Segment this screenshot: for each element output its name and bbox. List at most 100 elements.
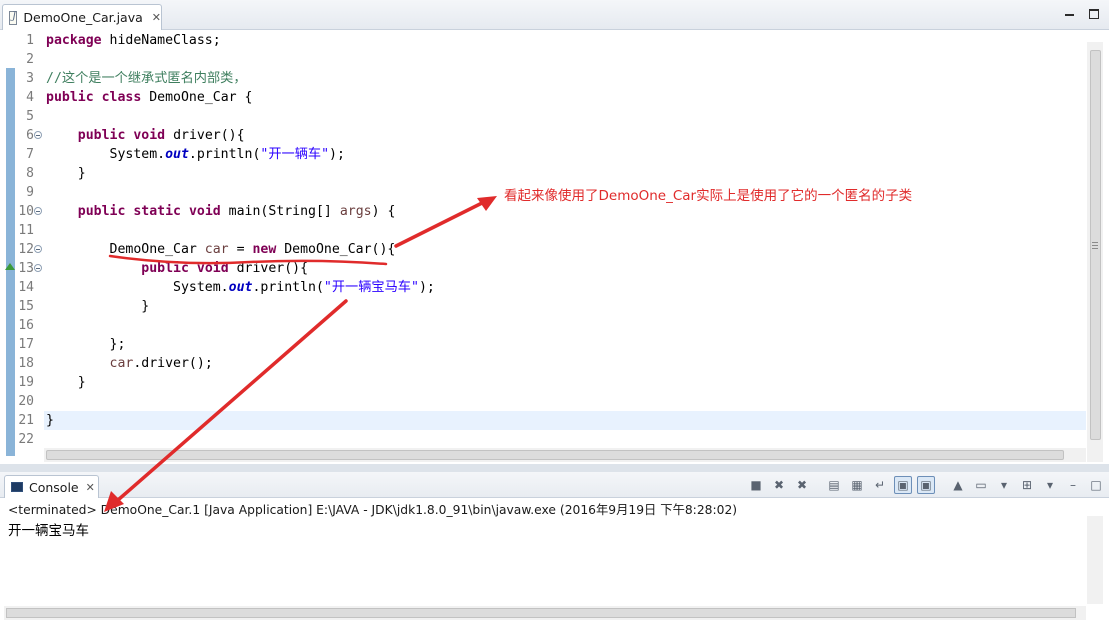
scrollbar-thumb[interactable] bbox=[6, 608, 1076, 618]
tab-console[interactable]: Console ✕ bbox=[4, 475, 99, 498]
line-number: 19 bbox=[18, 375, 34, 390]
code-token: DemoOne_Car { bbox=[141, 90, 253, 105]
word-wrap-icon[interactable]: ↵ bbox=[871, 476, 889, 494]
line-number: 2 bbox=[26, 52, 34, 67]
code-line: public static void main(String[] args) { bbox=[46, 202, 396, 221]
code-token: } bbox=[46, 166, 86, 181]
console-tab-bar: Console ✕ ■ ✖ ✖ ▤ ▦ ↵ ▣ ▣ ▲ ▭ ▾ ⊞ ▾ – □ bbox=[0, 472, 1109, 498]
pin-console-icon[interactable]: ▲ bbox=[949, 476, 967, 494]
code-line: public void driver(){ bbox=[46, 126, 245, 145]
code-line: car.driver(); bbox=[46, 354, 213, 373]
code-token: .println( bbox=[188, 147, 261, 162]
show-on-stdout-icon[interactable]: ▣ bbox=[894, 476, 912, 494]
line-number: 22 bbox=[18, 432, 34, 447]
code-token: static bbox=[133, 204, 181, 219]
code-line: public class DemoOne_Car { bbox=[46, 88, 252, 107]
code-line: } bbox=[46, 411, 54, 430]
java-file-icon bbox=[9, 10, 18, 25]
code-token: System. bbox=[46, 147, 166, 162]
fold-toggle-icon[interactable] bbox=[34, 245, 42, 253]
line-number: 1 bbox=[26, 33, 34, 48]
override-marker-icon[interactable] bbox=[5, 263, 15, 270]
line-number: 12 bbox=[18, 242, 34, 257]
console-status-line: <terminated> DemoOne_Car.1 [Java Applica… bbox=[8, 503, 738, 517]
code-token: ); bbox=[329, 147, 345, 162]
scroll-lock-icon[interactable]: ▦ bbox=[848, 476, 866, 494]
code-token: class bbox=[101, 90, 142, 105]
line-number: 17 bbox=[18, 337, 34, 352]
panel-divider[interactable] bbox=[0, 464, 1109, 472]
editor-window-controls bbox=[1063, 8, 1101, 20]
code-token: "开一辆宝马车" bbox=[323, 280, 419, 295]
console-tab-label: Console bbox=[29, 479, 79, 495]
code-line: } bbox=[46, 164, 86, 183]
editor-tab-bar: DemoOne_Car.java ✕ bbox=[0, 0, 1109, 30]
console-horizontal-scrollbar[interactable] bbox=[4, 606, 1086, 620]
line-number: 13 bbox=[18, 261, 34, 276]
code-editor[interactable]: 1 2 3 4 5 6 7 8 9 10 11 12 13 14 15 16 17 18 19 20 21 22 pack… bbox=[0, 30, 1109, 464]
code-token: public bbox=[141, 261, 189, 276]
minimize-icon[interactable] bbox=[1063, 8, 1077, 20]
line-number: 21 bbox=[18, 413, 34, 428]
remove-launch-icon[interactable]: ✖ bbox=[770, 476, 788, 494]
code-token: void bbox=[188, 204, 221, 219]
open-console-icon[interactable]: ⊞ bbox=[1018, 476, 1036, 494]
close-icon[interactable]: ✕ bbox=[86, 481, 95, 494]
console-vertical-scrollbar[interactable] bbox=[1087, 516, 1103, 604]
code-line: } bbox=[46, 373, 86, 392]
line-number: 7 bbox=[26, 147, 34, 162]
minimize-icon[interactable]: – bbox=[1064, 476, 1082, 494]
code-token: System. bbox=[46, 280, 229, 295]
maximize-icon[interactable] bbox=[1087, 8, 1101, 20]
code-token: out bbox=[165, 147, 189, 162]
toolbar-separator bbox=[940, 476, 944, 494]
code-token: main(String[] bbox=[220, 204, 340, 219]
dropdown-icon[interactable]: ▾ bbox=[995, 476, 1013, 494]
code-token: DemoOne_Car bbox=[46, 242, 205, 257]
terminate-icon[interactable]: ■ bbox=[747, 476, 765, 494]
code-token: } bbox=[46, 299, 150, 314]
code-line: } bbox=[46, 297, 149, 316]
code-token: DemoOne_Car(){ bbox=[276, 242, 396, 257]
code-token: } bbox=[46, 375, 86, 390]
editor-horizontal-scrollbar[interactable] bbox=[44, 448, 1086, 462]
editor-tab-label: DemoOne_Car.java bbox=[23, 10, 143, 25]
close-icon[interactable]: ✕ bbox=[152, 11, 161, 24]
code-token: public bbox=[77, 128, 126, 143]
line-number: 16 bbox=[18, 318, 34, 333]
fold-toggle-icon[interactable] bbox=[34, 207, 42, 215]
current-line-highlight bbox=[44, 411, 1086, 430]
fold-toggle-icon[interactable] bbox=[34, 264, 42, 272]
line-number: 20 bbox=[18, 394, 34, 409]
maximize-icon[interactable]: □ bbox=[1087, 476, 1105, 494]
line-number: 11 bbox=[18, 223, 34, 238]
line-number: 3 bbox=[26, 71, 34, 86]
code-token: = bbox=[228, 242, 253, 257]
line-number: 15 bbox=[18, 299, 34, 314]
display-console-icon[interactable]: ▭ bbox=[972, 476, 990, 494]
code-line: System.out.println("开一辆车"); bbox=[46, 145, 345, 164]
scrollbar-thumb[interactable] bbox=[46, 450, 1064, 460]
console-output[interactable]: 开一辆宝马车 bbox=[8, 519, 89, 539]
code-line: public void driver(){ bbox=[46, 259, 308, 278]
console-view: Console ✕ ■ ✖ ✖ ▤ ▦ ↵ ▣ ▣ ▲ ▭ ▾ ⊞ ▾ – □ <terminated> D… bbox=[0, 472, 1109, 625]
editor-vertical-scrollbar[interactable] bbox=[1087, 42, 1103, 462]
remove-all-terminated-icon[interactable]: ✖ bbox=[793, 476, 811, 494]
fold-toggle-icon[interactable] bbox=[34, 131, 42, 139]
dropdown-icon[interactable]: ▾ bbox=[1041, 476, 1059, 494]
code-line: System.out.println("开一辆宝马车"); bbox=[46, 278, 435, 297]
code-line: //这个是一个继承式匿名内部类， bbox=[46, 69, 247, 88]
annotation-note: 看起来像使用了DemoOne_Car实际上是使用了它的一个匿名的子类 bbox=[504, 188, 913, 204]
code-token: //这个是一个继承式匿名内部类， bbox=[46, 71, 247, 86]
editor-tab-demoone-car[interactable]: DemoOne_Car.java ✕ bbox=[2, 4, 162, 30]
console-icon bbox=[11, 482, 23, 492]
code-token: "开一辆车" bbox=[260, 147, 330, 162]
code-token: void bbox=[133, 128, 166, 143]
show-on-stderr-icon[interactable]: ▣ bbox=[917, 476, 935, 494]
code-token: car bbox=[204, 242, 229, 257]
clear-console-icon[interactable]: ▤ bbox=[825, 476, 843, 494]
